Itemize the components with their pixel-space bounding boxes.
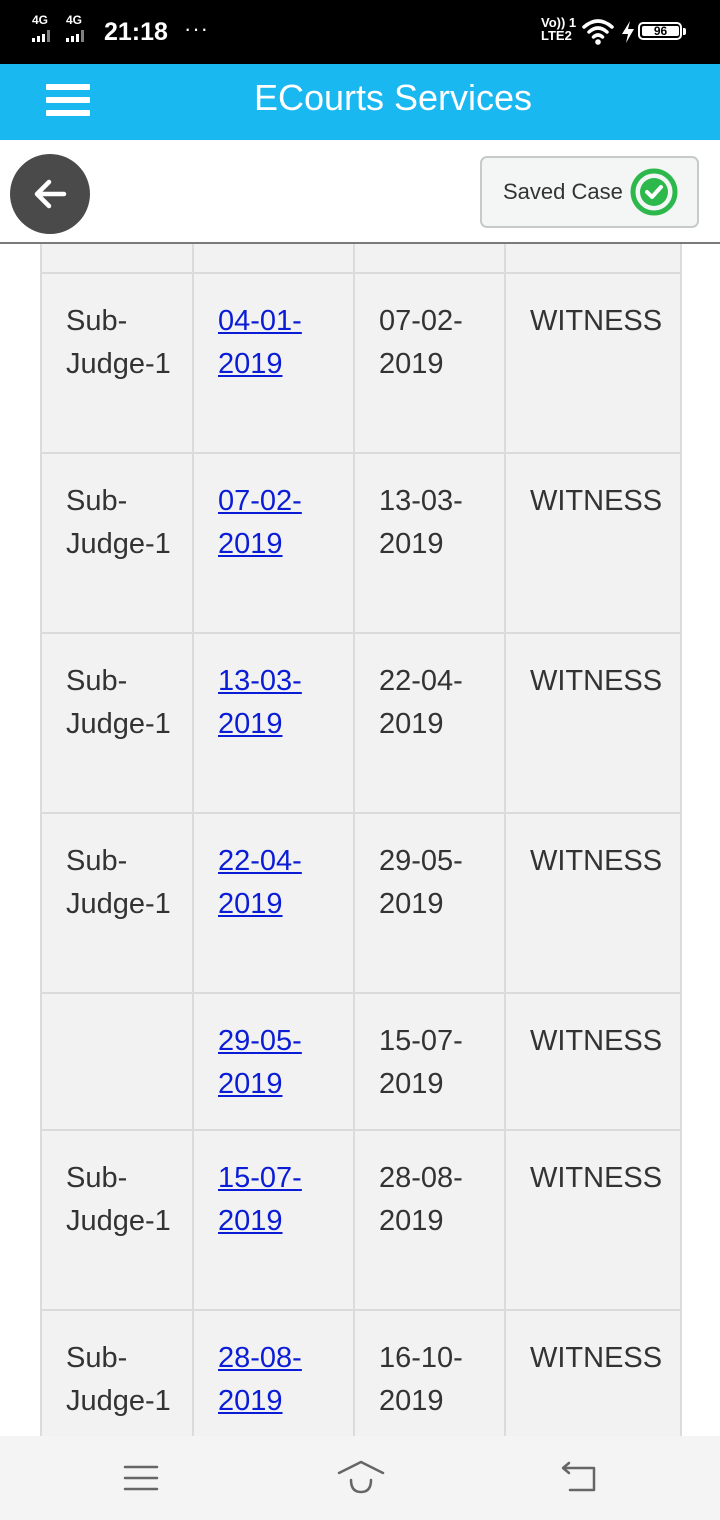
battery-level: 96	[642, 24, 679, 38]
business-date-link[interactable]: 28-08-2019	[218, 1342, 302, 1417]
battery-icon: 96	[638, 22, 686, 40]
system-nav-bar	[0, 1436, 720, 1520]
business-date-link[interactable]: 22-04-2019	[218, 845, 302, 920]
business-date-link[interactable]: 15-07-2019	[218, 1162, 302, 1237]
purpose-cell: WITNESS	[504, 1309, 682, 1436]
hearing-date-cell: 22-04-2019	[353, 632, 506, 814]
back-button[interactable]	[10, 154, 90, 234]
more-notifications-icon: ···	[184, 16, 209, 41]
table-row: Sub-Judge-1 28-08-2019 16-10-2019 WITNESS	[40, 1309, 682, 1436]
case-history-table: Sub-Judge-1 04-01-2019 07-02-2019 WITNESS Su…	[40, 244, 682, 1436]
saved-case-button[interactable]: Saved Case	[480, 156, 699, 228]
clock: 21:18	[104, 18, 168, 46]
judge-cell: Sub-Judge-1	[40, 1129, 194, 1311]
toolbar: Saved Case	[0, 140, 720, 244]
purpose-cell: WITNESS	[504, 812, 682, 994]
hearing-date-cell: 15-07-2019	[353, 992, 506, 1131]
judge-cell: Sub-Judge-1	[40, 632, 194, 814]
app-title: ECourts Services	[253, 77, 533, 118]
business-date-link[interactable]: 13-03-2019	[218, 665, 302, 740]
judge-cell: Sub-Judge-1	[40, 272, 194, 454]
purpose-cell: WITNESS	[504, 632, 682, 814]
table-row: Sub-Judge-1 13-03-2019 22-04-2019 WITNESS	[40, 632, 682, 814]
volte-indicator: Vo)) 1 LTE2	[541, 16, 576, 42]
purpose-cell: WITNESS	[504, 272, 682, 454]
wifi-icon	[582, 19, 614, 45]
business-date-cell: 04-01-2019	[192, 272, 355, 454]
arrow-left-icon	[34, 179, 67, 209]
purpose-cell: WITNESS	[504, 1129, 682, 1311]
hearing-date-cell: 13-03-2019	[353, 452, 506, 634]
network-type-sim2: 4G	[66, 13, 83, 27]
business-date-cell: 13-03-2019	[192, 632, 355, 814]
table-row-partial	[40, 244, 682, 274]
business-date-link[interactable]: 04-01-2019	[218, 305, 302, 380]
business-date-cell: 22-04-2019	[192, 812, 355, 994]
green-check-circle-icon	[630, 168, 678, 216]
case-history-rows: Sub-Judge-1 04-01-2019 07-02-2019 WITNESS Su…	[40, 244, 682, 1436]
business-date-cell: 07-02-2019	[192, 452, 355, 634]
judge-cell: Sub-Judge-1	[40, 452, 194, 634]
table-row: Sub-Judge-1 07-02-2019 13-03-2019 WITNESS	[40, 452, 682, 634]
judge-cell: Sub-Judge-1	[40, 812, 194, 994]
hearing-date-cell: 29-05-2019	[353, 812, 506, 994]
table-row: Sub-Judge-1 04-01-2019 07-02-2019 WITNESS	[40, 272, 682, 454]
table-row: Sub-Judge-1 15-07-2019 28-08-2019 WITNESS	[40, 1129, 682, 1311]
business-date-link[interactable]: 29-05-2019	[218, 1025, 302, 1100]
judge-cell	[40, 992, 194, 1131]
signal-icon-sim1	[32, 30, 50, 42]
app-bar: ECourts Services	[0, 64, 720, 140]
charging-icon	[622, 21, 634, 43]
business-date-cell: 28-08-2019	[192, 1309, 355, 1436]
hearing-date-cell: 16-10-2019	[353, 1309, 506, 1436]
judge-cell: Sub-Judge-1	[40, 1309, 194, 1436]
hearing-date-cell: 28-08-2019	[353, 1129, 506, 1311]
business-date-cell: 15-07-2019	[192, 1129, 355, 1311]
recents-menu-icon[interactable]	[121, 1458, 161, 1498]
business-date-cell: 29-05-2019	[192, 992, 355, 1131]
lte-label: LTE2	[541, 28, 572, 43]
status-bar: 4G 4G 21:18 ··· Vo)) 1 LTE2 96	[0, 0, 720, 64]
case-history-scroll-area[interactable]: Sub-Judge-1 04-01-2019 07-02-2019 WITNESS Su…	[0, 244, 720, 1436]
network-type-sim1: 4G	[32, 13, 49, 27]
hearing-date-cell: 07-02-2019	[353, 272, 506, 454]
table-row: Sub-Judge-1 22-04-2019 29-05-2019 WITNESS	[40, 812, 682, 994]
table-row: 29-05-2019 15-07-2019 WITNESS	[40, 992, 682, 1131]
business-date-link[interactable]: 07-02-2019	[218, 485, 302, 560]
back-return-icon[interactable]	[560, 1458, 600, 1498]
home-icon[interactable]	[336, 1458, 386, 1498]
purpose-cell: WITNESS	[504, 452, 682, 634]
signal-icon-sim2	[66, 30, 84, 42]
purpose-cell: WITNESS	[504, 992, 682, 1131]
saved-case-label: Saved Case	[503, 179, 623, 204]
